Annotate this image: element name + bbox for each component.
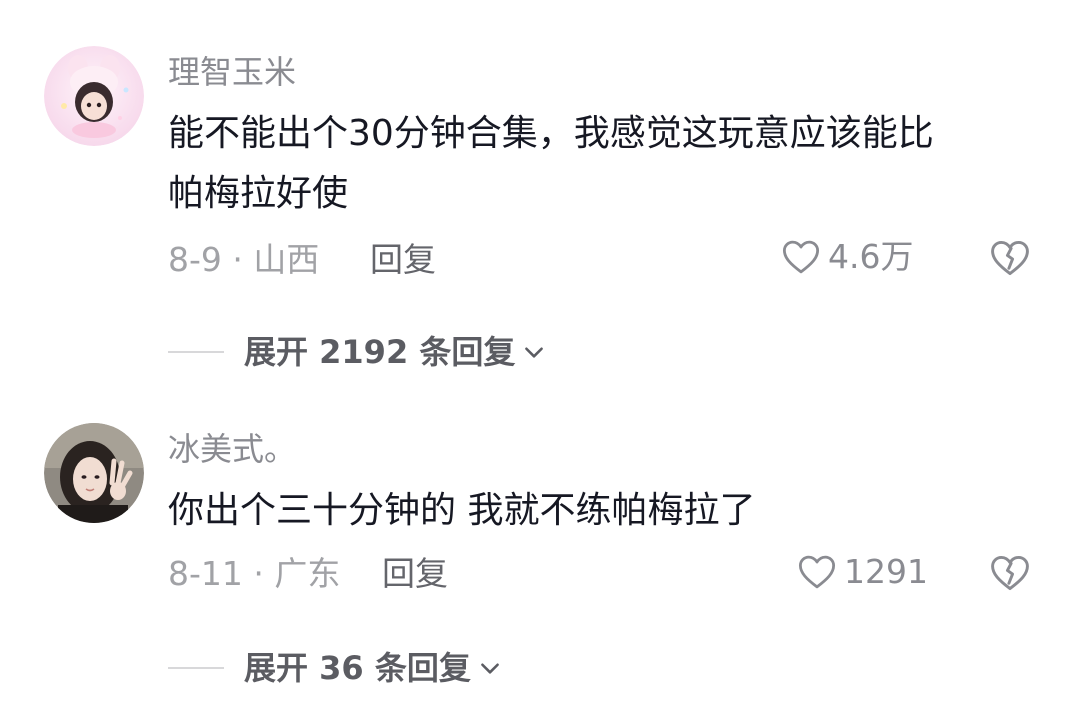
expand-replies-label: 展开 36 条回复 [244,649,471,687]
expand-replies-label: 展开 2192 条回复 [244,333,516,371]
avatar[interactable] [44,46,144,146]
comment-text: 你出个三十分钟的 我就不练帕梅拉了 [168,481,1048,541]
dislike-button[interactable] [988,236,1032,284]
comment-text-line: 帕梅拉好使 [168,173,349,214]
reply-button[interactable]: 回复 [370,240,436,280]
divider-line [168,351,224,353]
dislike-button[interactable] [988,551,1032,599]
comment-meta: 8-9 · 山西 [168,240,320,279]
username[interactable]: 理智玉米 [168,52,296,92]
comment-text: 能不能出个30分钟合集，我感觉这玩意应该能比 帕梅拉好使 [168,104,1048,224]
like-button[interactable]: 1291 [796,551,928,593]
broken-heart-icon [991,555,1029,591]
divider-line [168,667,224,669]
heart-icon [798,555,836,589]
reply-button[interactable]: 回复 [382,554,448,594]
expand-replies-button[interactable]: 展开 36 条回复 [168,648,503,688]
expand-replies-button[interactable]: 展开 2192 条回复 [168,332,547,372]
like-count: 4.6万 [828,237,914,276]
girl-photo-avatar-icon [44,423,144,523]
chevron-down-icon [480,663,499,674]
comment-text-line: 你出个三十分钟的 我就不练帕梅拉了 [168,490,756,531]
like-button[interactable]: 4.6万 [780,236,913,278]
chevron-down-icon [525,347,544,358]
avatar[interactable] [44,423,144,523]
pink-anime-avatar-icon [44,46,144,146]
heart-icon [782,240,820,274]
username[interactable]: 冰美式。 [168,429,296,469]
broken-heart-icon [991,240,1029,276]
like-count: 1291 [844,552,928,591]
comment-text-line: 能不能出个30分钟合集，我感觉这玩意应该能比 [168,113,934,154]
comment-meta: 8-11 · 广东 [168,554,341,593]
